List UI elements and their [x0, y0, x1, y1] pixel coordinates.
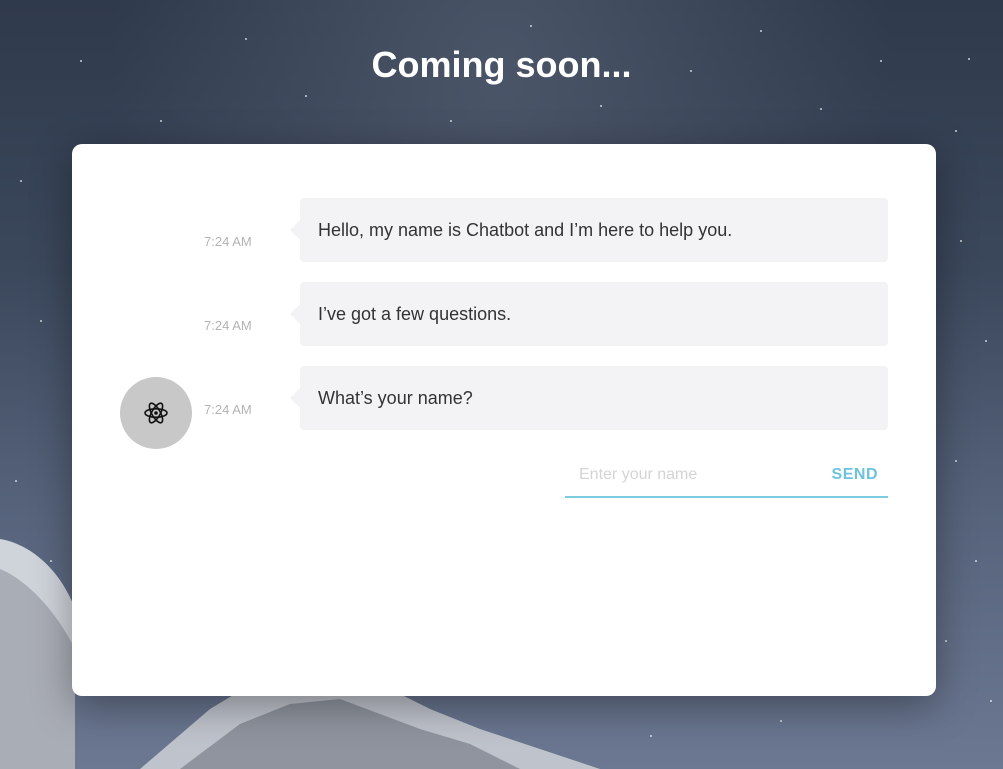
message-bubble: What’s your name?	[300, 366, 888, 430]
chat-message: 7:24 AM What’s your name?	[72, 366, 936, 430]
chat-card: 7:24 AM Hello, my name is Chatbot and I’…	[72, 144, 936, 696]
page-title: Coming soon...	[371, 44, 632, 85]
message-bubble: I’ve got a few questions.	[300, 282, 888, 346]
message-timestamp: 7:24 AM	[204, 318, 252, 333]
message-bubble: Hello, my name is Chatbot and I’m here t…	[300, 198, 888, 262]
chat-message: 7:24 AM Hello, my name is Chatbot and I’…	[72, 198, 936, 262]
send-button[interactable]: SEND	[832, 456, 878, 494]
message-timestamp: 7:24 AM	[204, 234, 252, 249]
message-timestamp: 7:24 AM	[204, 402, 252, 417]
name-input-area: SEND	[565, 456, 888, 498]
name-input[interactable]	[579, 456, 809, 494]
chat-message: 7:24 AM I’ve got a few questions.	[72, 282, 936, 346]
